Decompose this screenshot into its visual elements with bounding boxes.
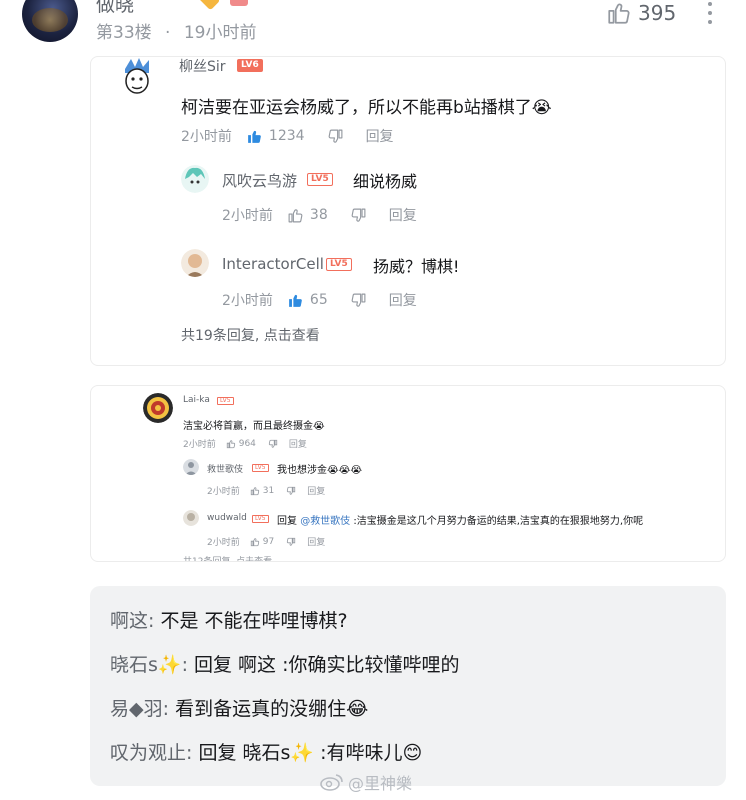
comment-text: 洁宝必将首赢，而且最终摄金😭 — [183, 421, 325, 432]
thumbs-down-icon[interactable] — [268, 439, 278, 449]
comment-meta: 2小时前 97 回复 — [207, 535, 325, 549]
comment-text: 扬威？博棋! — [373, 257, 460, 276]
view-all-replies-link[interactable]: 共19条回复, 点击查看 — [181, 325, 320, 345]
comment-time: 2小时前 — [222, 293, 273, 309]
mention-link[interactable]: @救世歌伎 — [300, 516, 350, 527]
avatar[interactable] — [183, 510, 199, 526]
level-badge: LV5 — [252, 464, 269, 472]
like-count: 65 — [309, 292, 328, 308]
reply-screenshot-card-2: Lai-ka LV5 洁宝必将首赢，而且最终摄金😭 2小时前 964 回复 救世… — [90, 385, 726, 562]
weibo-logo-icon — [320, 774, 343, 791]
thumbs-down-icon[interactable] — [286, 537, 296, 547]
comment-meta: 2小时前 65 回复 — [222, 290, 417, 310]
comment-time: 2小时前 — [183, 440, 216, 450]
separator-dot: · — [165, 23, 171, 43]
comment-time: 2小时前 — [207, 487, 240, 497]
sub-reply-author[interactable]: 晓石s✨ — [110, 654, 182, 676]
comment-time: 2小时前 — [222, 208, 273, 224]
reply-button[interactable]: 回复 — [307, 484, 325, 497]
like-count: 964 — [238, 438, 256, 449]
avatar[interactable] — [119, 57, 155, 95]
thumbs-down-icon[interactable] — [286, 486, 296, 496]
reply-button[interactable]: 回复 — [389, 205, 417, 225]
avatar[interactable] — [143, 393, 173, 423]
like-count: 97 — [262, 536, 275, 547]
watermark-text: @里神樂 — [348, 774, 413, 793]
commenter-name[interactable]: 柳丝Sir — [179, 56, 226, 76]
level-badge: LV5 — [252, 515, 269, 523]
like-count: 395 — [638, 1, 677, 25]
reply-screenshot-card-1: 柳丝Sir LV6 柯洁要在亚运会杨威了，所以不能再b站播棋了😭 2小时前 12… — [90, 56, 726, 366]
thumbs-up-icon[interactable] — [287, 292, 304, 309]
comment-text: 我也想涉金😭😭😭 — [277, 465, 363, 476]
comment-meta: 2小时前 964 回复 — [183, 437, 307, 451]
comment-time: 2小时前 — [181, 129, 232, 145]
sub-replies-box[interactable]: 啊这: 不是 不能在哔哩博棋? 晓石s✨: 回复 啊这 :你确实比较懂哔哩的 易… — [90, 586, 726, 786]
level-badge: LV5 — [326, 258, 352, 271]
level-badge: LV6 — [237, 59, 263, 72]
sub-reply-text: 看到备运真的没绷住😂 — [169, 698, 369, 720]
like-button[interactable]: 395 — [606, 0, 676, 26]
comment-body: :洁宝摄金是这几个月努力备运的结果,洁宝真的在狠狠地努力,你呢 — [353, 516, 644, 527]
commenter-name[interactable]: InteractorCell — [222, 255, 324, 273]
like-count: 31 — [262, 485, 275, 496]
thumbs-up-icon[interactable] — [226, 439, 236, 449]
thumbs-up-icon[interactable] — [250, 486, 260, 496]
reply-button[interactable]: 回复 — [289, 437, 307, 450]
thumbs-down-icon[interactable] — [350, 292, 367, 309]
level-badge: LV5 — [307, 173, 333, 186]
reply-button[interactable]: 回复 — [389, 290, 417, 310]
author-name[interactable]: 做晓 — [96, 0, 134, 17]
like-count: 38 — [309, 207, 328, 223]
sub-reply-line[interactable]: 啊这: 不是 不能在哔哩博棋? — [110, 606, 348, 633]
level-badge: LV5 — [217, 397, 234, 405]
sub-reply-line[interactable]: 叹为观止: 回复 晓石s✨ :有哔味儿😊 — [110, 738, 422, 765]
decoration-icon — [230, 0, 248, 6]
view-all-replies-link[interactable]: 共12条回复, 点击查看 — [183, 554, 272, 561]
comment-time: 2小时前 — [207, 538, 240, 548]
comment-meta: 2小时前 31 回复 — [207, 484, 325, 498]
comment-text: 柯洁要在亚运会杨威了，所以不能再b站播棋了😭 — [181, 98, 552, 118]
thumbs-up-icon — [608, 3, 630, 24]
thumbs-up-icon[interactable] — [287, 207, 304, 224]
like-count: 1234 — [268, 128, 305, 144]
thumbs-up-icon[interactable] — [250, 537, 260, 547]
sub-reply-author[interactable]: 易◆羽 — [110, 698, 163, 720]
avatar[interactable] — [181, 165, 209, 193]
watermark: @里神樂 — [320, 770, 412, 794]
medal-icon — [197, 0, 221, 11]
comment-meta: 2小时前 1234 回复 — [181, 126, 394, 146]
more-options-icon[interactable] — [700, 0, 720, 26]
sub-reply-text: 不是 不能在哔哩博棋? — [154, 610, 348, 632]
commenter-name[interactable]: 风吹云鸟游 — [222, 170, 297, 191]
sub-reply-text: 回复 啊这 :你确实比较懂哔哩的 — [187, 654, 460, 676]
avatar[interactable] — [22, 0, 78, 42]
reply-button[interactable]: 回复 — [307, 535, 325, 548]
sub-reply-author[interactable]: 叹为观止 — [110, 742, 186, 764]
thumbs-down-icon[interactable] — [350, 207, 367, 224]
sub-reply-text: 回复 晓石s✨ :有哔味儿😊 — [192, 742, 423, 764]
comment-text: 细说杨威 — [353, 172, 418, 191]
sub-reply-line[interactable]: 易◆羽: 看到备运真的没绷住😂 — [110, 694, 368, 721]
avatar[interactable] — [181, 249, 209, 277]
commenter-name[interactable]: wudwald — [207, 513, 247, 523]
thumbs-up-icon[interactable] — [246, 128, 263, 145]
comment-text: 回复 @救世歌伎 :洁宝摄金是这几个月努力备运的结果,洁宝真的在狠狠地努力,你呢 — [277, 512, 643, 527]
sub-reply-author[interactable]: 啊这 — [110, 610, 148, 632]
post-header: 做晓 第33楼 · 19小时前 395 — [0, 0, 746, 50]
thumbs-down-icon[interactable] — [327, 128, 344, 145]
floor-info: 第33楼 · 19小时前 — [96, 18, 257, 43]
post-time: 19小时前 — [183, 23, 257, 43]
comment-meta: 2小时前 38 回复 — [222, 205, 417, 225]
sub-reply-line[interactable]: 晓石s✨: 回复 啊这 :你确实比较懂哔哩的 — [110, 650, 460, 677]
avatar[interactable] — [183, 459, 199, 475]
commenter-name[interactable]: Lai-ka — [183, 395, 210, 405]
floor-number: 第33楼 — [96, 23, 152, 43]
commenter-name[interactable]: 救世歌伎 — [207, 462, 243, 475]
reply-prefix: 回复 — [277, 516, 297, 527]
reply-button[interactable]: 回复 — [366, 126, 394, 146]
